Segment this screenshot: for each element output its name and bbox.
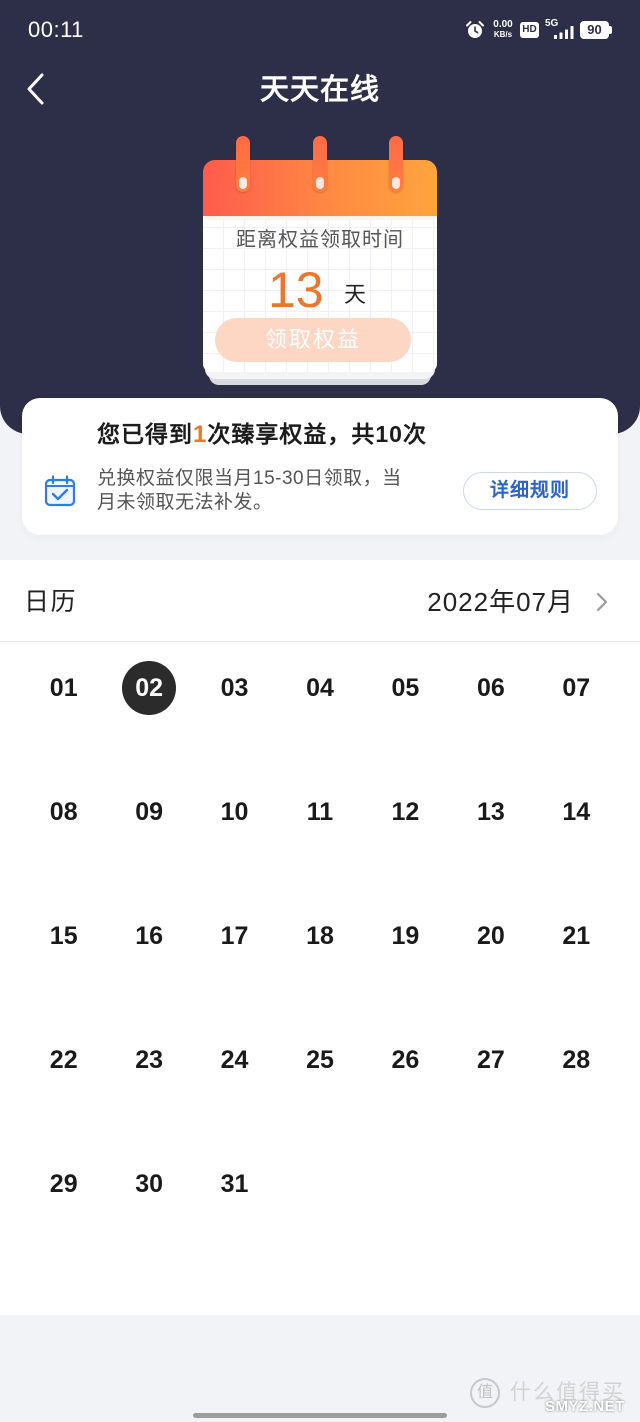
home-indicator[interactable]	[193, 1413, 447, 1418]
calendar-day-31[interactable]: 31	[192, 1138, 277, 1262]
calendar-check-icon	[44, 475, 76, 507]
calendar-day-number: 30	[135, 1170, 164, 1198]
countdown-caption: 距离权益领取时间	[236, 229, 404, 251]
benefits-notice: 兑换权益仅限当月15-30日领取，当 月未领取无法补发。	[97, 467, 402, 515]
calendar-day-number: 10	[220, 798, 249, 826]
countdown-days-unit: 天	[344, 282, 367, 307]
calendar-day-number: 12	[391, 798, 420, 826]
calendar-day-13[interactable]: 13	[448, 766, 533, 890]
notice-line: 月未领取无法补发。	[97, 492, 273, 513]
calendar-day-number: 08	[49, 798, 78, 826]
calendar-day-number: 26	[391, 1046, 420, 1074]
battery-level: 90	[580, 21, 609, 39]
calendar-ring-icon	[389, 136, 403, 192]
countdown-days-value: 13	[268, 262, 324, 318]
alarm-clock-icon	[466, 21, 484, 38]
calendar-day-23[interactable]: 23	[106, 1014, 191, 1138]
calendar-day-number: 11	[306, 798, 334, 826]
calendar-day-number: 23	[135, 1046, 164, 1074]
network-speed-value: 0.00	[493, 19, 513, 30]
detailed-rules-button[interactable]: 详细规则	[463, 472, 597, 510]
calendar-band-edge	[203, 216, 437, 220]
calendar-day-selected: 02	[122, 661, 177, 715]
calendar-day-number: 24	[220, 1046, 249, 1074]
calendar-ring-icon	[236, 136, 250, 192]
summary-suffix: 次臻享权益，共10次	[207, 421, 427, 447]
network-speed-unit: KB/s	[493, 30, 513, 39]
calendar-day-19[interactable]: 19	[363, 890, 448, 1014]
calendar-day-number: 22	[49, 1046, 78, 1074]
calendar-day-number: 06	[476, 674, 505, 702]
calendar-day-number: 18	[306, 922, 334, 950]
calendar-day-04[interactable]: 04	[277, 642, 362, 766]
calendar-ring-icon	[313, 136, 327, 192]
calendar-day-27[interactable]: 27	[448, 1014, 533, 1138]
calendar-day-number: 15	[49, 922, 78, 950]
page-title: 天天在线	[259, 74, 380, 106]
calendar-day-09[interactable]: 09	[106, 766, 191, 890]
month-selector[interactable]: 2022年07月	[400, 586, 626, 618]
watermark-logo: 值	[470, 1378, 500, 1408]
calendar-day-28[interactable]: 28	[534, 1014, 619, 1138]
chevron-right-icon[interactable]	[594, 591, 610, 613]
calendar-day-number: 04	[306, 674, 334, 702]
calendar-day-15[interactable]: 15	[21, 890, 106, 1014]
notice-line: 兑换权益仅限当月15-30日领取，当	[97, 468, 402, 489]
calendar-day-number: 27	[476, 1046, 505, 1074]
summary-count: 1	[193, 421, 208, 448]
calendar-day-20[interactable]: 20	[448, 890, 533, 1014]
battery-nub	[609, 26, 612, 34]
calendar-day-30[interactable]: 30	[106, 1138, 191, 1262]
calendar-day-number: 05	[391, 674, 420, 702]
calendar-day-number: 21	[562, 922, 591, 950]
calendar-day-01[interactable]: 01	[21, 642, 106, 766]
watermark-domain: SMYZ.NET	[545, 1398, 625, 1415]
calendar-day-number: 31	[220, 1170, 249, 1198]
calendar-title: 日历	[24, 588, 78, 616]
calendar-day-07[interactable]: 07	[534, 642, 619, 766]
calendar-day-06[interactable]: 06	[448, 642, 533, 766]
claim-benefit-button[interactable]: 领取权益	[215, 318, 411, 362]
calendar-day-03[interactable]: 03	[192, 642, 277, 766]
calendar-day-number: 03	[220, 674, 249, 702]
calendar-day-number: 19	[391, 922, 420, 950]
calendar-day-number: 01	[49, 674, 78, 702]
signal-bars-icon	[554, 26, 574, 39]
calendar-day-number: 14	[562, 798, 591, 826]
benefits-summary: 您已得到1次臻享权益，共10次	[97, 420, 427, 449]
calendar-day-08[interactable]: 08	[21, 766, 106, 890]
summary-prefix: 您已得到	[97, 421, 193, 447]
calendar-day-05[interactable]: 05	[363, 642, 448, 766]
calendar-day-10[interactable]: 10	[192, 766, 277, 890]
calendar-day-number: 09	[135, 798, 164, 826]
calendar-day-number: 28	[562, 1046, 591, 1074]
calendar-day-14[interactable]: 14	[534, 766, 619, 890]
calendar-day-02[interactable]: 02	[106, 642, 191, 766]
calendar-day-25[interactable]: 25	[277, 1014, 362, 1138]
hd-badge: HD	[520, 22, 539, 38]
status-time: 00:11	[28, 17, 84, 42]
calendar-day-16[interactable]: 16	[106, 890, 191, 1014]
calendar-day-grid: 01 02 03 04 05 06 07 08 09 10 11 12 13 14 15 16 17 18 19 20…	[21, 642, 619, 1262]
calendar-day-18[interactable]: 18	[277, 890, 362, 1014]
calendar-day-number: 25	[306, 1046, 334, 1074]
calendar-day-29[interactable]: 29	[21, 1138, 106, 1262]
calendar-day-11[interactable]: 11	[277, 766, 362, 890]
calendar-day-26[interactable]: 26	[363, 1014, 448, 1138]
calendar-day-number: 07	[562, 674, 591, 702]
calendar-day-12[interactable]: 12	[363, 766, 448, 890]
calendar-day-number: 29	[49, 1170, 78, 1198]
calendar-day-17[interactable]: 17	[192, 890, 277, 1014]
calendar-day-number: 20	[476, 922, 505, 950]
calendar-day-number: 16	[135, 922, 164, 950]
calendar-day-number: 17	[220, 922, 249, 950]
calendar-day-21[interactable]: 21	[534, 890, 619, 1014]
calendar-day-22[interactable]: 22	[21, 1014, 106, 1138]
month-label[interactable]: 2022年07月	[427, 586, 574, 618]
calendar-day-number: 13	[476, 798, 505, 826]
calendar-day-24[interactable]: 24	[192, 1014, 277, 1138]
network-speed: 0.00 KB/s	[489, 19, 517, 40]
